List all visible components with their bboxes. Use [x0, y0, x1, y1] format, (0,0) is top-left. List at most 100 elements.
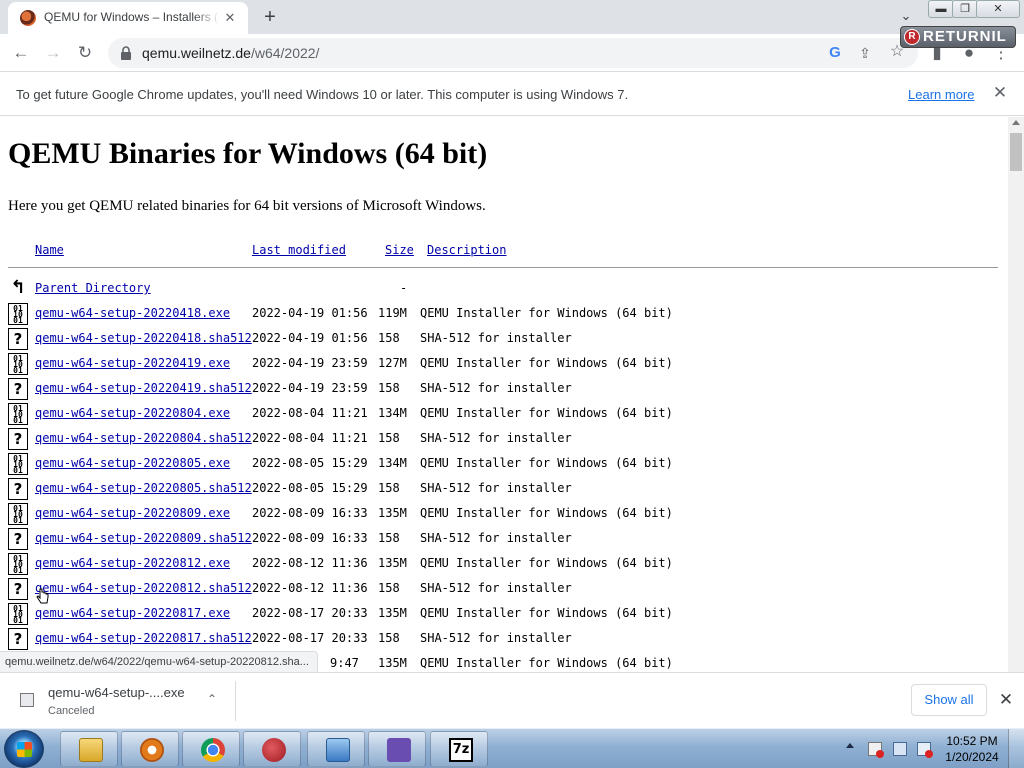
- back-arrow-icon[interactable]: ←: [8, 40, 34, 66]
- sort-by-name-link[interactable]: Name: [35, 243, 64, 257]
- file-link[interactable]: qemu-w64-setup-20220812.sha512: [35, 581, 252, 595]
- file-modified: 2022-08-12 11:36: [252, 581, 368, 595]
- learn-more-link[interactable]: Learn more: [908, 87, 974, 102]
- sort-by-description-link[interactable]: Description: [427, 243, 506, 257]
- file-description: SHA-512 for installer: [420, 531, 572, 545]
- file-link[interactable]: qemu-w64-setup-20220804.exe: [35, 406, 230, 420]
- url-text[interactable]: qemu.weilnetz.de/w64/2022/: [142, 45, 319, 61]
- new-tab-button[interactable]: +: [258, 5, 282, 29]
- file-link[interactable]: qemu-w64-setup-20220817.exe: [35, 606, 230, 620]
- taskbar-remote-desktop[interactable]: [307, 731, 365, 767]
- download-item[interactable]: qemu-w64-setup-....exe Canceled ⌃: [12, 681, 236, 721]
- file-row: ? qemu-w64-setup-20220418.sha512 2022-04-1…: [8, 326, 998, 351]
- file-row: 01 10 01 qemu-w64-setup-20220419.exe 2022-04…: [8, 351, 998, 376]
- file-modified: 2022-04-19 01:56: [252, 306, 368, 320]
- google-lens-icon[interactable]: G: [826, 44, 844, 62]
- page-scrollbar[interactable]: [1008, 117, 1024, 672]
- tab-close-icon[interactable]: ✕: [220, 8, 240, 28]
- file-description: SHA-512 for installer: [420, 581, 572, 595]
- tray-overflow-icon[interactable]: [846, 743, 854, 748]
- file-size: 158: [378, 481, 400, 495]
- chrome-icon: [201, 738, 225, 762]
- volume-muted-icon[interactable]: [917, 742, 933, 758]
- file-link[interactable]: qemu-w64-setup-20220805.exe: [35, 456, 230, 470]
- binary-file-icon: 01 10 01: [8, 403, 28, 425]
- file-modified: 9:47: [330, 656, 359, 670]
- file-description: SHA-512 for installer: [420, 631, 572, 645]
- parent-directory-link[interactable]: Parent Directory: [35, 281, 151, 295]
- file-link[interactable]: qemu-w64-setup-20220809.exe: [35, 506, 230, 520]
- file-row: ? qemu-w64-setup-20220804.sha512 2022-08-0…: [8, 426, 998, 451]
- file-size: 158: [378, 381, 400, 395]
- file-description: SHA-512 for installer: [420, 481, 572, 495]
- file-link[interactable]: qemu-w64-setup-20220817.sha512: [35, 631, 252, 645]
- start-button[interactable]: [4, 730, 44, 768]
- returnil-badge[interactable]: R RETURNIL: [900, 26, 1016, 48]
- windows-logo-icon: [17, 742, 32, 757]
- sort-by-modified-link[interactable]: Last modified: [252, 243, 346, 257]
- listing-header: Name Last modified Size Description: [8, 241, 998, 265]
- file-modified: 2022-08-04 11:21: [252, 406, 368, 420]
- file-size: 135M: [378, 606, 407, 620]
- file-link[interactable]: qemu-w64-setup-20220419.exe: [35, 356, 230, 370]
- chevron-up-icon[interactable]: ⌃: [204, 692, 220, 708]
- address-bar[interactable]: qemu.weilnetz.de/w64/2022/ G ⇪ ☆: [108, 38, 918, 68]
- scroll-up-arrow-icon[interactable]: [1012, 120, 1020, 125]
- file-row: 01 10 01 qemu-w64-setup-20220809.exe 2022-08…: [8, 501, 998, 526]
- binary-file-icon: 01 10 01: [8, 553, 28, 575]
- unknown-file-icon: ?: [8, 328, 28, 350]
- file-modified: 2022-08-17 20:33: [252, 606, 368, 620]
- show-desktop-button[interactable]: [1008, 729, 1024, 768]
- file-size: 135M: [378, 656, 407, 670]
- file-link[interactable]: qemu-w64-setup-20220805.sha512: [35, 481, 252, 495]
- file-size: 134M: [378, 406, 407, 420]
- taskbar-visual-studio[interactable]: [368, 731, 426, 767]
- file-link[interactable]: qemu-w64-setup-20220812.exe: [35, 556, 230, 570]
- browser-tab[interactable]: QEMU for Windows – Installers (64 bit) ✕: [8, 2, 248, 34]
- file-size: 158: [378, 631, 400, 645]
- taskbar-7zip[interactable]: 7z: [430, 731, 488, 767]
- forward-arrow-icon[interactable]: →: [40, 40, 66, 66]
- qemu-favicon-icon: [20, 10, 36, 26]
- system-clock[interactable]: 10:52 PM 1/20/2024: [944, 733, 1000, 765]
- returnil-icon: [262, 738, 286, 762]
- lock-icon[interactable]: [120, 46, 132, 60]
- file-row: 01 10 01 qemu-w64-setup-20220817.exe 2022-08…: [8, 601, 998, 626]
- file-link[interactable]: qemu-w64-setup-20220809.sha512: [35, 531, 252, 545]
- taskbar-media-player[interactable]: [121, 731, 179, 767]
- downloads-close-icon[interactable]: ✕: [996, 690, 1016, 710]
- show-all-button[interactable]: Show all: [911, 684, 987, 716]
- windows-taskbar: 7z 10:52 PM 1/20/2024: [0, 728, 1024, 768]
- link-status-bubble: qemu.weilnetz.de/w64/2022/qemu-w64-setup…: [0, 651, 318, 672]
- file-link[interactable]: qemu-w64-setup-20220418.exe: [35, 306, 230, 320]
- taskbar-chrome[interactable]: [182, 731, 240, 767]
- taskbar-explorer[interactable]: [60, 731, 118, 767]
- returnil-logo-icon: R: [904, 29, 920, 45]
- infobar-close-icon[interactable]: ✕: [990, 83, 1010, 103]
- file-link[interactable]: qemu-w64-setup-20220418.sha512: [35, 331, 252, 345]
- share-icon[interactable]: ⇪: [856, 44, 874, 62]
- network-icon[interactable]: [893, 742, 907, 756]
- window-maximize-button[interactable]: ❐: [952, 0, 978, 18]
- file-row: ? qemu-w64-setup-20220805.sha512 2022-08-0…: [8, 476, 998, 501]
- file-link[interactable]: qemu-w64-setup-20220804.sha512: [35, 431, 252, 445]
- file-modified: 2022-08-05 15:29: [252, 456, 368, 470]
- window-close-button[interactable]: ✕: [976, 0, 1020, 18]
- file-description: QEMU Installer for Windows (64 bit): [420, 506, 673, 520]
- file-description: SHA-512 for installer: [420, 431, 572, 445]
- taskbar-returnil[interactable]: [243, 731, 301, 767]
- tab-search-icon[interactable]: ⌄: [896, 8, 916, 28]
- file-description: QEMU Installer for Windows (64 bit): [420, 356, 673, 370]
- page-intro: Here you get QEMU related binaries for 6…: [8, 198, 486, 214]
- file-link[interactable]: qemu-w64-setup-20220419.sha512: [35, 381, 252, 395]
- url-path: /w64/2022/: [250, 45, 320, 61]
- window-minimize-button[interactable]: ▬: [928, 0, 954, 18]
- reload-icon[interactable]: ↻: [72, 40, 98, 66]
- file-description: QEMU Installer for Windows (64 bit): [420, 656, 673, 670]
- scroll-thumb[interactable]: [1010, 133, 1022, 171]
- file-size: 135M: [378, 556, 407, 570]
- mute-badge-icon: [925, 750, 933, 758]
- binary-file-icon: 01 10 01: [8, 603, 28, 625]
- sort-by-size-link[interactable]: Size: [385, 243, 414, 257]
- action-center-flag-icon[interactable]: [868, 742, 884, 758]
